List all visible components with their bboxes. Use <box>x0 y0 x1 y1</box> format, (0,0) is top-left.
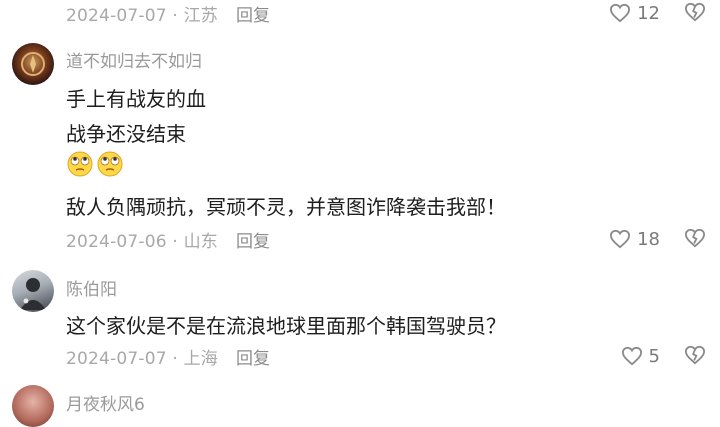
heart-icon <box>621 346 642 366</box>
broken-heart-icon <box>684 228 706 248</box>
like-count: 18 <box>637 228 660 250</box>
username[interactable]: 月夜秋风6 <box>66 390 145 415</box>
comment-date-location: 2024-07-07 · 上海 <box>66 348 219 369</box>
reply-button[interactable]: 回复 <box>236 227 270 252</box>
comment-text-line: 战争还没结束 <box>66 122 186 146</box>
comment-text-line: 这个家伙是不是在流浪地球里面那个韩国驾驶员？ <box>66 314 506 338</box>
eye-roll-emoji-icon <box>97 151 123 177</box>
like-button[interactable]: 18 <box>609 229 660 250</box>
avatar-emblem-icon <box>21 52 45 76</box>
broken-heart-icon <box>684 2 706 22</box>
like-button[interactable]: 5 <box>621 346 660 367</box>
heart-icon <box>610 3 631 23</box>
dislike-button[interactable] <box>684 228 706 253</box>
comment-meta-row: 2024-07-07 · 江苏 回复 12 <box>66 0 720 26</box>
avatar[interactable] <box>12 43 54 85</box>
comment-meta-row: 2024-07-07 · 上海 回复 5 <box>66 343 720 369</box>
dislike-button[interactable] <box>684 345 706 370</box>
comment-date-location: 2024-07-06 · 山东 <box>66 231 219 252</box>
like-button[interactable]: 12 <box>609 3 660 24</box>
emoji-row <box>66 151 124 177</box>
comment-text-line: 手上有战友的血 <box>66 87 206 111</box>
reply-button[interactable]: 回复 <box>236 1 270 26</box>
avatar-figure-icon <box>20 278 46 310</box>
avatar[interactable] <box>12 385 54 427</box>
like-count: 12 <box>637 2 660 24</box>
avatar[interactable] <box>12 270 54 312</box>
comment-meta-row: 2024-07-06 · 山东 回复 18 <box>66 226 720 252</box>
comment-text-line: 敌人负隅顽抗，冥顽不灵，并意图诈降袭击我部！ <box>66 195 506 219</box>
dislike-button[interactable] <box>684 2 706 27</box>
comment-date-location: 2024-07-07 · 江苏 <box>66 5 219 26</box>
eye-roll-emoji-icon <box>67 151 93 177</box>
heart-icon <box>610 229 631 249</box>
broken-heart-icon <box>684 345 706 365</box>
like-count: 5 <box>648 345 660 367</box>
username[interactable]: 道不如归去不如归 <box>66 47 202 72</box>
username[interactable]: 陈伯阳 <box>66 275 117 300</box>
reply-button[interactable]: 回复 <box>236 344 270 369</box>
